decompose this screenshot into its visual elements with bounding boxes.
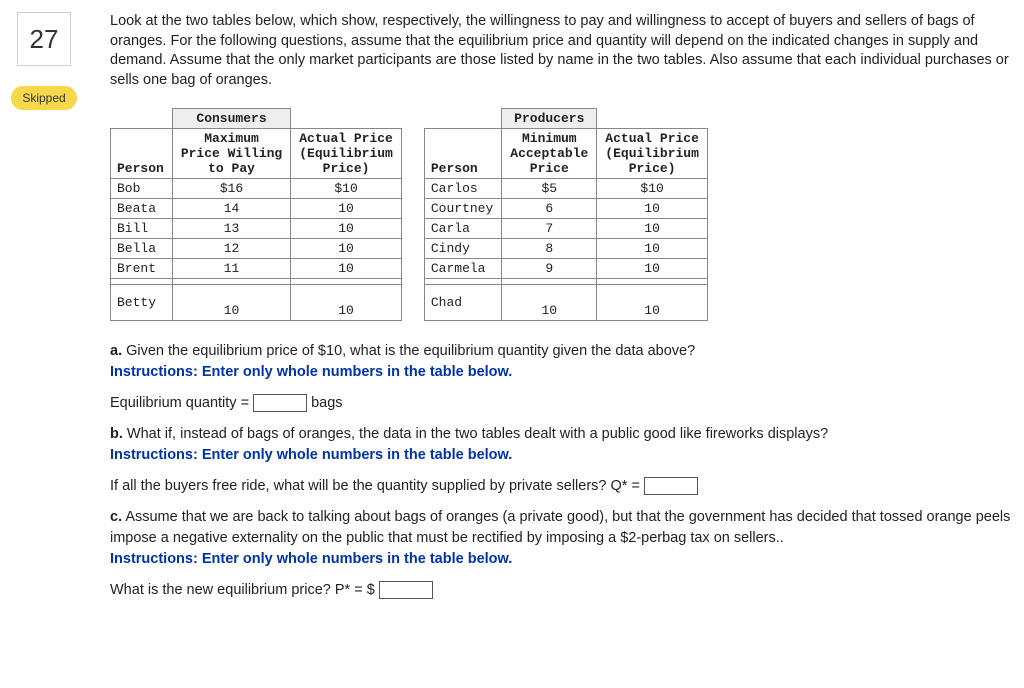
part-a-text: a. Given the equilibrium price of $10, w… bbox=[110, 341, 1012, 383]
producers-head-person: Person bbox=[424, 129, 501, 179]
table-row: Carlos$5$10 bbox=[424, 179, 707, 199]
question-number-box: 27 bbox=[17, 12, 71, 66]
table-row: Cindy810 bbox=[424, 239, 707, 259]
table-row: Carla710 bbox=[424, 219, 707, 239]
table-row: Brent1110 bbox=[111, 259, 402, 279]
table-row: Courtney610 bbox=[424, 199, 707, 219]
table-row: Bob$16$10 bbox=[111, 179, 402, 199]
qstar-input[interactable] bbox=[644, 477, 698, 495]
table-row: Bill1310 bbox=[111, 219, 402, 239]
consumers-table: Consumers Person MaximumPrice Willingto … bbox=[110, 108, 402, 321]
table-row: Beata1410 bbox=[111, 199, 402, 219]
question-number: 27 bbox=[30, 24, 59, 55]
pstar-input[interactable] bbox=[379, 581, 433, 599]
producers-head-actual: Actual Price(EquilibriumPrice) bbox=[597, 129, 708, 179]
producers-table: Producers Person MinimumAcceptablePrice … bbox=[424, 108, 708, 321]
skipped-badge: Skipped bbox=[11, 86, 76, 110]
table-row: Chad1010 bbox=[424, 285, 707, 321]
question-intro: Look at the two tables below, which show… bbox=[110, 12, 1012, 90]
part-a-answer-line: Equilibrium quantity = bags bbox=[110, 393, 1012, 414]
consumers-head-max: MaximumPrice Willingto Pay bbox=[172, 129, 290, 179]
table-row: Carmela910 bbox=[424, 259, 707, 279]
part-b-text: b. What if, instead of bags of oranges, … bbox=[110, 424, 1012, 466]
table-row: Bella1210 bbox=[111, 239, 402, 259]
consumers-head-actual: Actual Price(EquilibriumPrice) bbox=[291, 129, 402, 179]
part-b-answer-line: If all the buyers free ride, what will b… bbox=[110, 476, 1012, 497]
producers-head-min: MinimumAcceptablePrice bbox=[502, 129, 597, 179]
consumers-title: Consumers bbox=[172, 109, 290, 129]
part-c-text: c. Assume that we are back to talking ab… bbox=[110, 507, 1012, 570]
table-row: Betty1010 bbox=[111, 285, 402, 321]
consumers-head-person: Person bbox=[111, 129, 173, 179]
producers-title: Producers bbox=[502, 109, 597, 129]
equilibrium-quantity-input[interactable] bbox=[253, 394, 307, 412]
part-c-answer-line: What is the new equilibrium price? P* = … bbox=[110, 580, 1012, 601]
